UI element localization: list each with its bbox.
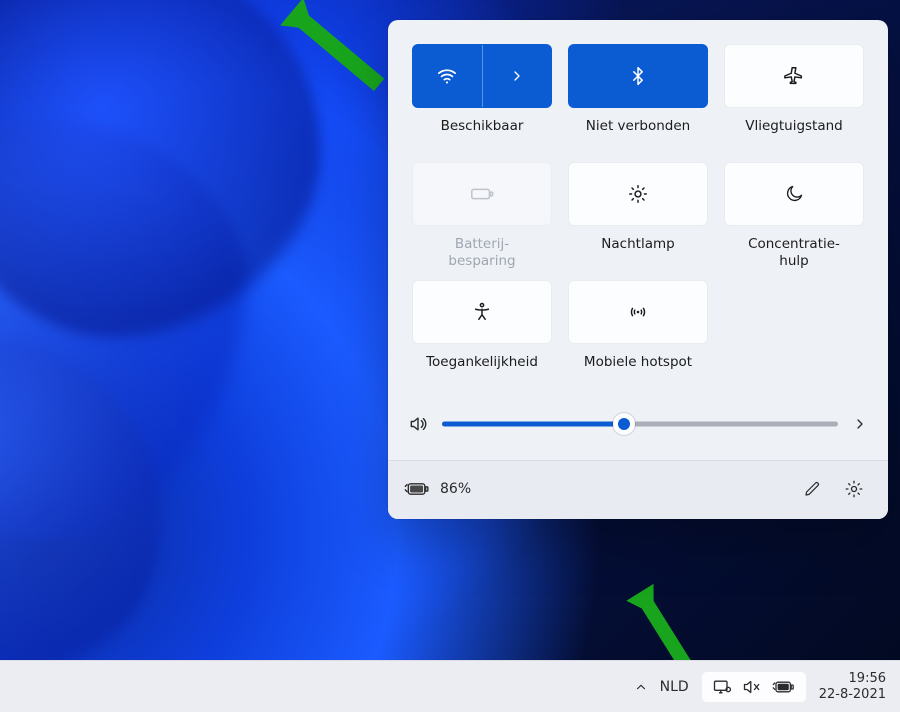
- clock-date: 22-8-2021: [819, 687, 886, 703]
- wifi-toggle[interactable]: [413, 45, 482, 107]
- night-light-tile[interactable]: [568, 162, 708, 226]
- wifi-tile[interactable]: [412, 44, 552, 108]
- volume-muted-icon: [742, 678, 762, 696]
- quick-settings-panel: Beschikbaar Niet verbonden Vliegtu: [388, 20, 888, 519]
- mobile-hotspot-tile[interactable]: [568, 280, 708, 344]
- battery-percent-text: 86%: [440, 481, 471, 497]
- bluetooth-tile-label: Niet verbonden: [586, 118, 690, 152]
- battery-status[interactable]: 86%: [404, 480, 471, 498]
- accessibility-tile-label: Toegankelijkheid: [426, 354, 538, 388]
- mobile-hotspot-tile-label: Mobiele hotspot: [584, 354, 692, 388]
- speaker-icon[interactable]: [408, 414, 428, 434]
- hotspot-icon: [626, 301, 650, 323]
- taskbar: NLD 19:56 22-8-2021: [0, 660, 900, 712]
- airplane-mode-tile-label: Vliegtuigstand: [745, 118, 843, 152]
- language-indicator[interactable]: NLD: [660, 679, 689, 695]
- wallpaper-shape: [0, 0, 355, 375]
- battery-saver-icon: [469, 183, 495, 205]
- battery-saver-tile: [412, 162, 552, 226]
- volume-row: [388, 398, 888, 460]
- clock[interactable]: 19:56 22-8-2021: [819, 671, 886, 702]
- battery-charging-icon: [404, 480, 430, 498]
- wifi-expand[interactable]: [483, 45, 552, 107]
- edit-quick-settings-button[interactable]: [794, 473, 830, 505]
- focus-assist-tile[interactable]: [724, 162, 864, 226]
- network-icon: [712, 678, 732, 696]
- clock-time: 19:56: [819, 671, 886, 687]
- night-light-icon: [627, 183, 649, 205]
- gear-icon: [844, 479, 864, 499]
- audio-output-expand[interactable]: [852, 416, 868, 432]
- moon-icon: [784, 184, 804, 204]
- night-light-tile-label: Nachtlamp: [601, 236, 674, 270]
- pencil-icon: [803, 480, 821, 498]
- battery-tray-icon: [772, 679, 796, 695]
- airplane-mode-tile[interactable]: [724, 44, 864, 108]
- quick-settings-tiles: Beschikbaar Niet verbonden Vliegtu: [388, 20, 888, 398]
- chevron-right-icon: [509, 68, 525, 84]
- battery-saver-tile-label: Batterij- besparing: [448, 236, 515, 270]
- volume-slider[interactable]: [442, 414, 838, 434]
- focus-assist-tile-label: Concentratie- hulp: [748, 236, 840, 270]
- accessibility-icon: [471, 301, 493, 323]
- quick-settings-tray-button[interactable]: [701, 671, 807, 703]
- system-tray: NLD 19:56 22-8-2021: [634, 671, 886, 703]
- bluetooth-tile[interactable]: [568, 44, 708, 108]
- wifi-icon: [436, 65, 458, 87]
- open-settings-button[interactable]: [836, 473, 872, 505]
- quick-settings-footer: 86%: [388, 460, 888, 519]
- tray-overflow-button[interactable]: [634, 680, 648, 694]
- bluetooth-icon: [628, 66, 648, 86]
- wifi-tile-label: Beschikbaar: [441, 118, 524, 152]
- accessibility-tile[interactable]: [412, 280, 552, 344]
- airplane-icon: [783, 65, 805, 87]
- desktop-wallpaper: Beschikbaar Niet verbonden Vliegtu: [0, 0, 900, 712]
